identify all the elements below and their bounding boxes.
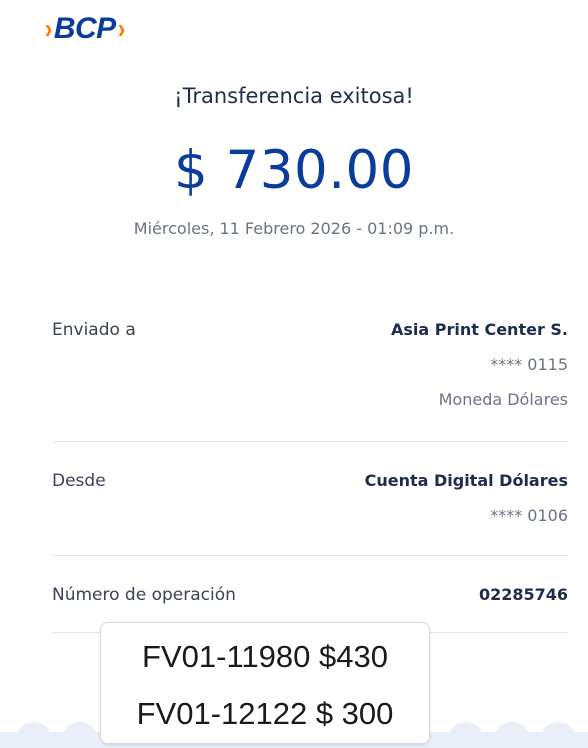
recipient-currency: Moneda Dólares <box>438 390 568 409</box>
logo-chevron-left-icon: › <box>44 13 52 44</box>
sent-to-label: Enviado a <box>52 320 136 340</box>
logo-chevron-right-icon: › <box>117 13 125 44</box>
transfer-amount: $ 730.00 <box>173 140 414 201</box>
source-account-number: **** 0106 <box>490 506 568 525</box>
operation-number: 02285746 <box>478 585 568 604</box>
success-title: ¡Transferencia exitosa! <box>174 84 414 108</box>
sent-to-values: Asia Print Center S. **** 0115 Moneda Dó… <box>391 320 568 410</box>
recipient-account: **** 0115 <box>490 355 568 374</box>
overlay-note: FV01-11980 $430 FV01-12122 $ 300 <box>100 622 430 744</box>
from-label: Desde <box>52 471 106 491</box>
source-account-name: Cuenta Digital Dólares <box>364 471 568 490</box>
bcp-logo: › BCP › <box>44 12 126 46</box>
note-invoice-line-2: FV01-12122 $ 300 <box>136 696 394 731</box>
recipient-name: Asia Print Center S. <box>390 320 568 339</box>
operation-values: 02285746 <box>479 585 568 605</box>
operation-label: Número de operación <box>52 585 236 605</box>
transfer-datetime: Miércoles, 11 Febrero 2026 - 01:09 p.m. <box>133 219 455 238</box>
from-values: Cuenta Digital Dólares **** 0106 <box>365 471 568 526</box>
note-invoice-line-1: FV01-11980 $430 <box>142 639 388 674</box>
logo-text: BCP <box>53 12 116 45</box>
divider <box>52 555 568 556</box>
divider <box>52 441 568 442</box>
